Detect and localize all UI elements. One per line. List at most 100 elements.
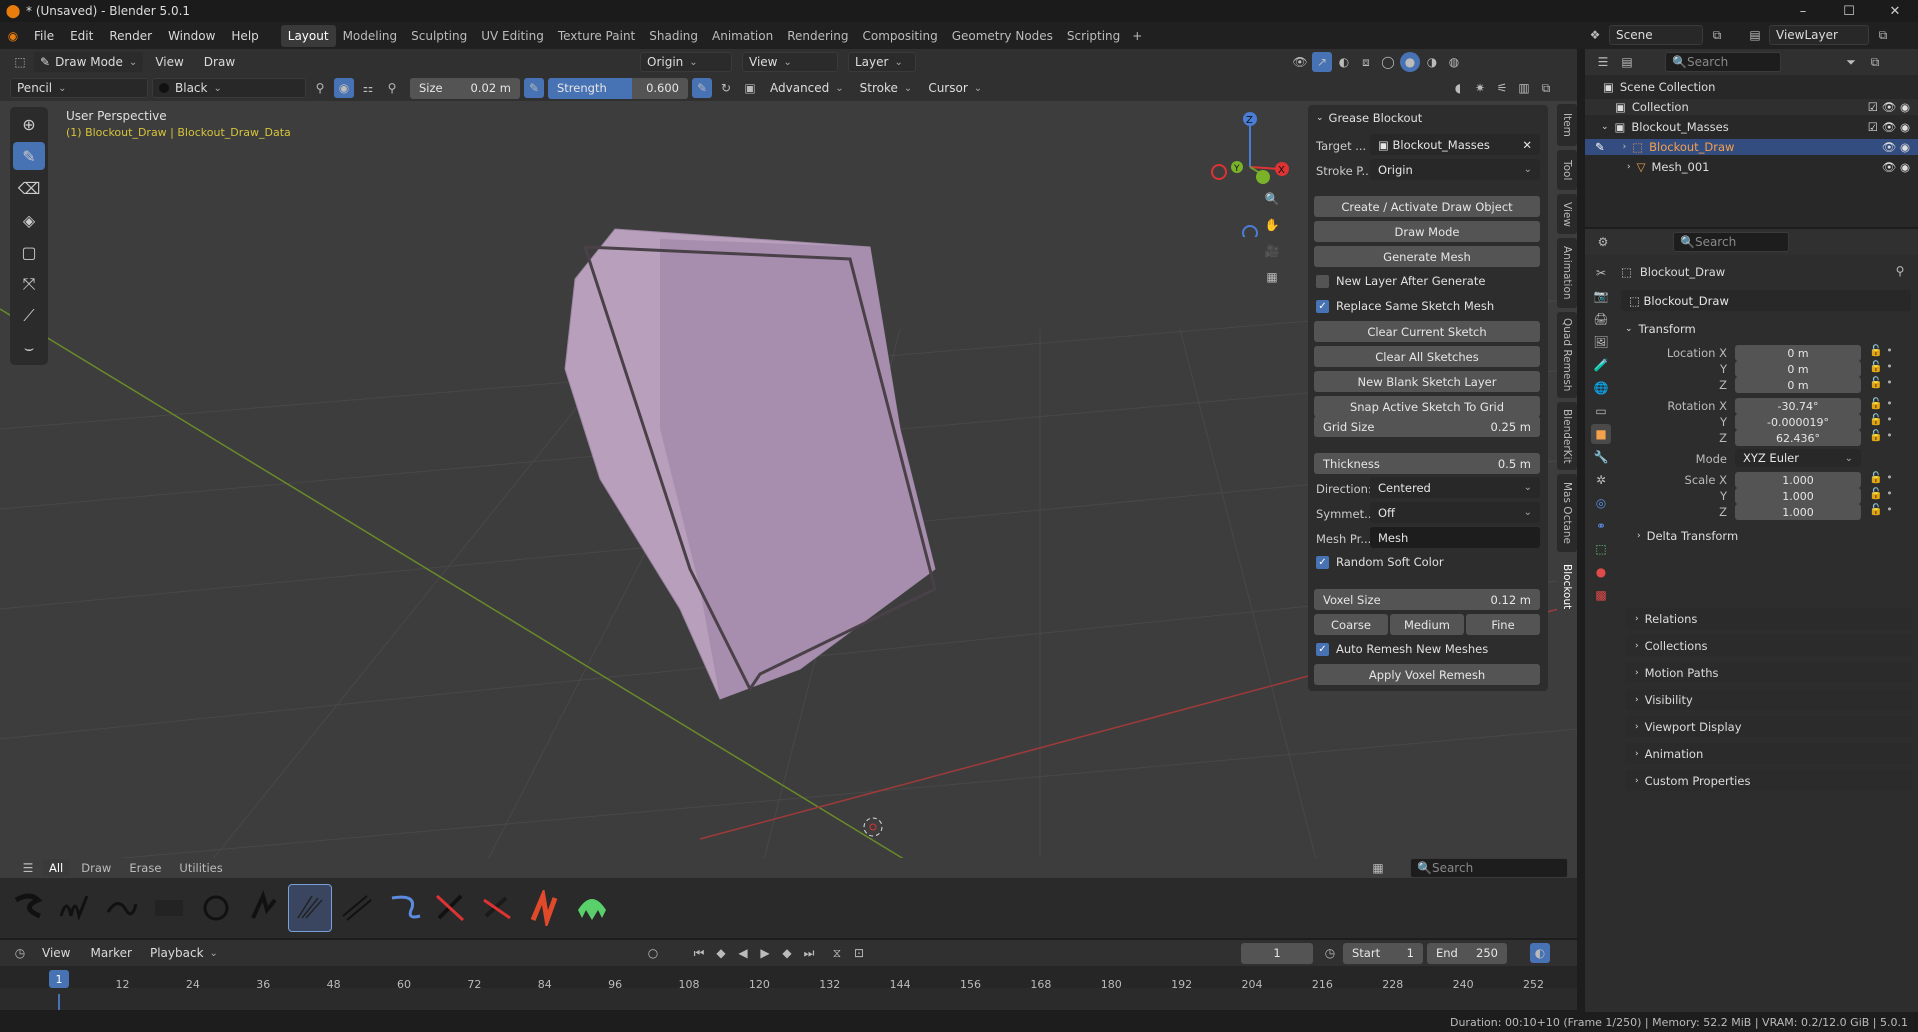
xray-icon[interactable]: ⧈ (1356, 52, 1376, 72)
menu-edit[interactable]: Edit (62, 25, 101, 47)
tab-uv-editing[interactable]: UV Editing (474, 25, 551, 47)
brush-chisel-icon[interactable] (241, 884, 285, 932)
fill-tool-icon[interactable]: ◈ (13, 206, 45, 234)
timeline-area[interactable] (0, 966, 1577, 1010)
clear-target-icon[interactable]: ✕ (1522, 138, 1532, 152)
panel-header[interactable]: ⌄ Grease Blockout (1316, 109, 1422, 127)
expand-chevron-icon[interactable]: ⌄ (1601, 122, 1609, 132)
target-field[interactable]: ▣ Blockout_Masses ✕ (1370, 134, 1540, 155)
shelf-tab-erase[interactable]: Erase (122, 859, 168, 877)
lock-icon[interactable]: 🔓 • (1869, 359, 1893, 375)
lock-icon[interactable]: 🔓 • (1869, 375, 1893, 391)
shelf-tab-draw[interactable]: Draw (74, 859, 118, 877)
stabilizer-icon[interactable]: ↻ (716, 78, 736, 98)
sync-icon[interactable]: ⊡ (849, 943, 869, 963)
render-tab-icon[interactable]: 📷 (1591, 286, 1611, 306)
auto-remesh-checkbox[interactable]: ✓ Auto Remesh New Meshes (1316, 639, 1488, 659)
snap-to-grid-button[interactable]: Snap Active Sketch To Grid (1314, 396, 1540, 417)
shelf-tab-all[interactable]: All (42, 859, 71, 877)
tab-item[interactable]: Item (1557, 104, 1577, 146)
particles-tab-icon[interactable]: ✲ (1591, 470, 1611, 490)
rotation-mode-selector[interactable]: XYZ Euler (1735, 449, 1861, 467)
tab-view[interactable]: View (1557, 194, 1577, 234)
timeline-editor-icon[interactable]: ◷ (10, 943, 30, 963)
record-icon[interactable]: ○ (643, 943, 663, 963)
generate-mesh-button[interactable]: Generate Mesh (1314, 246, 1540, 267)
coarse-button[interactable]: Coarse (1314, 614, 1388, 635)
scene-selector[interactable]: Scene (1609, 25, 1703, 45)
area-divider[interactable] (1577, 49, 1585, 1012)
properties-search-input[interactable]: 🔍 Search (1673, 232, 1789, 252)
tab-sculpting[interactable]: Sculpting (404, 25, 474, 47)
scene-tab-icon[interactable]: 🧪 (1591, 355, 1611, 375)
menu-help[interactable]: Help (223, 25, 266, 47)
add-workspace-icon[interactable]: + (1127, 26, 1147, 46)
voxel-size-field[interactable]: Voxel Size 0.12 m (1314, 589, 1540, 610)
menu-file[interactable]: File (26, 25, 62, 47)
multiframe-icon[interactable]: ◖ (1448, 78, 1468, 98)
material-selector[interactable]: Black (152, 78, 306, 98)
mode-selector[interactable]: ✎ Draw Mode (34, 52, 144, 72)
mesh-prefix-input[interactable]: Mesh (1370, 527, 1540, 548)
prev-keyframe-icon[interactable]: ◆ (711, 943, 731, 963)
outliner-row-blockout-masses[interactable]: ⌄ ▣ Blockout_Masses ☑ 👁 ◉ (1585, 119, 1918, 135)
draw-tool-icon[interactable]: ✎ (13, 142, 45, 170)
brush-marker-icon[interactable] (100, 884, 144, 932)
timeline-view-menu[interactable]: View (34, 942, 78, 964)
visibility-icon[interactable]: 👁 (1290, 52, 1310, 72)
viewport-display-section[interactable]: › Viewport Display (1625, 716, 1913, 737)
timeline-marker-menu[interactable]: Marker (82, 942, 139, 964)
brush-fill-icon[interactable] (523, 884, 567, 932)
jump-start-icon[interactable]: ⏮ (689, 943, 709, 963)
outliner-row-blockout-draw[interactable]: ✎ › ⬚ Blockout_Draw 👁 ◉ (1585, 139, 1918, 155)
shading-solid-icon[interactable]: ● (1400, 52, 1420, 72)
tab-mas-octane[interactable]: Mas Octane (1557, 474, 1577, 552)
new-scene-icon[interactable]: ⧉ (1707, 25, 1727, 45)
view-selector[interactable]: View (742, 52, 838, 72)
tab-shading[interactable]: Shading (642, 25, 705, 47)
new-view-layer-icon[interactable]: ⧉ (1873, 25, 1893, 45)
new-collection-icon[interactable]: ⧉ (1865, 52, 1885, 72)
rotation-x-field[interactable]: -30.74° (1735, 398, 1861, 414)
brush-airbrush-icon[interactable] (147, 884, 191, 932)
size-field[interactable]: Size 0.02 m (410, 77, 520, 99)
outliner-editor-icon[interactable]: ☰ (1593, 52, 1613, 72)
object-tab-icon[interactable]: ■ (1591, 424, 1611, 444)
origin-selector[interactable]: Origin (640, 52, 732, 72)
outliner-row-scene-collection[interactable]: ▣ Scene Collection (1585, 79, 1918, 95)
cursor-tool-icon[interactable]: ⊕ (13, 110, 45, 138)
layer-selector[interactable]: Layer (848, 52, 916, 72)
world-tab-icon[interactable]: 🌐 (1591, 378, 1611, 398)
pin-icon[interactable]: ⚲ (1890, 261, 1910, 281)
cursor-menu[interactable]: Cursor (922, 78, 988, 98)
box-tool-icon[interactable]: ▢ (13, 238, 45, 266)
brush-selector[interactable]: Pencil (10, 78, 148, 98)
menu-draw[interactable]: Draw (196, 51, 243, 73)
lock-icon[interactable]: 🔓 • (1869, 343, 1893, 359)
current-frame-field[interactable]: 1 (1241, 942, 1313, 964)
guides-icon[interactable]: ▥ (1514, 78, 1534, 98)
lock-icon[interactable]: 🔓 • (1869, 486, 1893, 502)
row-toggles[interactable]: 👁 ◉ (1882, 140, 1910, 154)
view-layer-tab-icon[interactable]: 🖼 (1591, 332, 1611, 352)
random-soft-color-checkbox[interactable]: ✓ Random Soft Color (1316, 552, 1444, 572)
tool-tab-icon[interactable]: ✂ (1591, 263, 1611, 283)
row-toggles[interactable]: ☑ 👁 ◉ (1868, 120, 1910, 134)
view-layer-icon[interactable]: ▤ (1745, 25, 1765, 45)
fine-button[interactable]: Fine (1466, 614, 1540, 635)
delta-transform-header[interactable]: › Delta Transform (1637, 525, 1738, 546)
new-blank-sketch-layer-button[interactable]: New Blank Sketch Layer (1314, 371, 1540, 392)
constraints-tab-icon[interactable]: ⚭ (1591, 516, 1611, 536)
gizmo-icon[interactable]: ↗ (1312, 52, 1332, 72)
menu-render[interactable]: Render (101, 25, 160, 47)
pin-brush-icon[interactable]: ⚲ (382, 78, 402, 98)
brush-pencil-icon[interactable] (288, 884, 332, 932)
menu-view[interactable]: View (147, 51, 191, 73)
keying-icon[interactable]: ⧖ (827, 943, 847, 963)
location-z-field[interactable]: 0 m (1735, 377, 1861, 393)
display-mode-icon[interactable]: ▤ (1617, 52, 1637, 72)
play-reverse-icon[interactable]: ◀ (733, 943, 753, 963)
tab-modeling[interactable]: Modeling (336, 25, 405, 47)
row-toggles[interactable]: 👁 ◉ (1882, 160, 1910, 174)
brush-hatch-icon[interactable] (335, 884, 379, 932)
